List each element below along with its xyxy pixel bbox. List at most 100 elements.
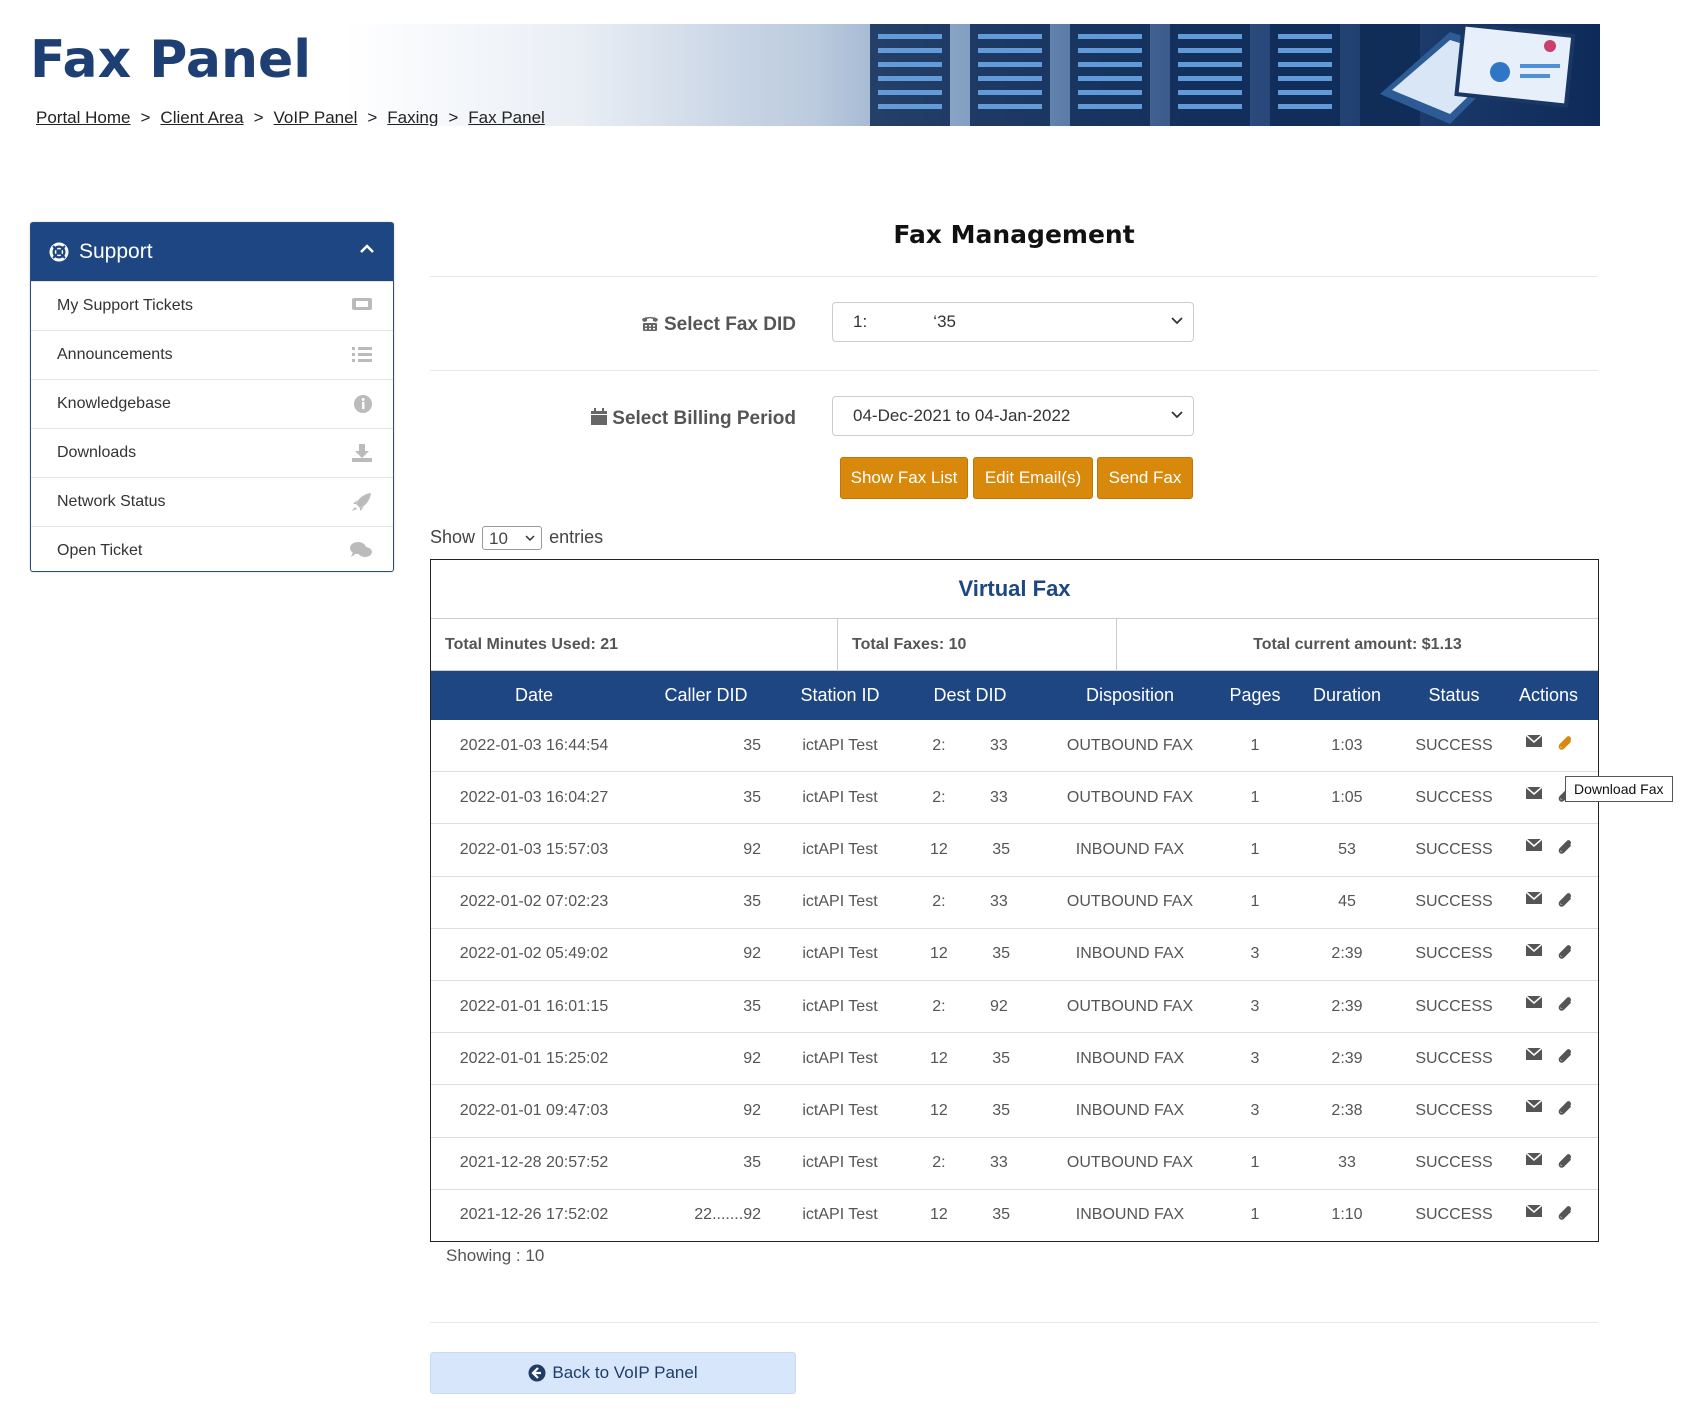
- email-icon[interactable]: [1525, 1204, 1543, 1227]
- email-icon[interactable]: [1525, 734, 1543, 757]
- cell-station-id: ictAPI Test: [802, 788, 878, 806]
- column-header-station-id[interactable]: Station ID: [775, 685, 905, 706]
- cell-actions: [1499, 1047, 1598, 1070]
- cell-date: 2022-01-02 05:49:02: [459, 945, 609, 963]
- cell-date: 2022-01-03 15:57:03: [459, 840, 609, 858]
- sidebar-item-network-status[interactable]: Network Status: [31, 477, 393, 526]
- cell-station-id: ictAPI Test: [802, 840, 878, 858]
- fax-did-select[interactable]: 1: ‘35: [832, 302, 1194, 342]
- column-header-status[interactable]: Status: [1409, 685, 1499, 706]
- cell-dest-did: 2: 33: [932, 736, 1008, 754]
- cell-disposition: INBOUND FAX: [1075, 945, 1185, 963]
- cell-duration: 2:38: [1331, 1101, 1363, 1119]
- sidebar-item-announcements[interactable]: Announcements: [31, 330, 393, 379]
- breadcrumb-client-area[interactable]: Client Area: [160, 108, 243, 126]
- breadcrumb-separator: >: [253, 108, 264, 126]
- table-row: 2022-01-01 16:01:15 35 ictAPI Test 2: 92 OUT…: [431, 979, 1598, 1032]
- paperclip-download-icon[interactable]: [1557, 995, 1573, 1018]
- paperclip-download-icon[interactable]: [1557, 943, 1573, 966]
- table-row: 2022-01-03 15:57:03 92 ictAPI Test 12 35 INB…: [431, 823, 1598, 875]
- sidebar-header[interactable]: Support: [31, 223, 393, 281]
- cell-status: SUCCESS: [1415, 736, 1493, 754]
- cell-pages: 1: [1250, 840, 1260, 858]
- email-icon[interactable]: [1525, 1047, 1543, 1070]
- paperclip-download-icon[interactable]: [1557, 1204, 1573, 1227]
- cell-caller-did: 35: [743, 1154, 761, 1172]
- entries-label: entries: [549, 526, 604, 547]
- paperclip-download-icon[interactable]: [1557, 1152, 1573, 1175]
- cell-actions: [1499, 1099, 1598, 1122]
- entries-select[interactable]: 10: [482, 526, 543, 550]
- cell-duration: 2:39: [1331, 945, 1363, 963]
- email-icon[interactable]: [1525, 995, 1543, 1018]
- sidebar-item-my-support-tickets[interactable]: My Support Tickets: [31, 281, 393, 330]
- cell-duration: 53: [1338, 840, 1356, 858]
- edit-emails-button[interactable]: Edit Email(s): [973, 457, 1093, 499]
- sidebar-item-label: Downloads: [57, 444, 137, 461]
- cell-dest-did: 2: 33: [932, 1154, 1008, 1172]
- email-icon[interactable]: [1525, 1099, 1543, 1122]
- paperclip-download-icon[interactable]: [1557, 734, 1573, 757]
- cell-dest-did: 12 35: [929, 1206, 1011, 1224]
- column-header-caller-did[interactable]: Caller DID: [637, 685, 775, 706]
- cell-date: 2022-01-02 07:02:23: [459, 893, 609, 911]
- email-icon[interactable]: [1525, 786, 1543, 809]
- show-fax-list-button[interactable]: Show Fax List: [840, 457, 968, 499]
- paperclip-download-icon[interactable]: [1557, 891, 1573, 914]
- cell-station-id: ictAPI Test: [802, 1049, 878, 1067]
- fax-did-value: 1: ‘35: [853, 312, 956, 331]
- table-row: 2021-12-28 20:57:52 35 ictAPI Test 2: 33 OUT…: [431, 1136, 1598, 1189]
- cell-station-id: ictAPI Test: [802, 1206, 878, 1224]
- cell-caller-did: 92: [743, 1049, 761, 1067]
- send-fax-button[interactable]: Send Fax: [1097, 457, 1193, 499]
- cell-pages: 1: [1250, 788, 1260, 806]
- breadcrumb-fax-panel[interactable]: Fax Panel: [468, 108, 545, 126]
- cell-pages: 3: [1250, 945, 1260, 963]
- column-header-date[interactable]: Date: [431, 685, 637, 706]
- sidebar-item-open-ticket[interactable]: Open Ticket: [31, 526, 393, 575]
- breadcrumb-portal-home[interactable]: Portal Home: [36, 108, 130, 126]
- email-icon[interactable]: [1525, 891, 1543, 914]
- breadcrumb-faxing[interactable]: Faxing: [387, 108, 438, 126]
- column-header-pages[interactable]: Pages: [1225, 685, 1285, 706]
- cell-caller-did: 35: [743, 893, 761, 911]
- billing-period-select[interactable]: 04-Dec-2021 to 04-Jan-2022: [832, 396, 1194, 436]
- column-header-duration[interactable]: Duration: [1285, 685, 1409, 706]
- cell-caller-did: 92: [743, 840, 761, 858]
- total-minutes: Total Minutes Used: 21: [431, 619, 838, 670]
- cell-pages: 3: [1250, 997, 1260, 1015]
- paperclip-download-icon[interactable]: [1557, 1099, 1573, 1122]
- billing-period-label-text: Select Billing Period: [612, 408, 796, 429]
- sidebar-item-label: Knowledgebase: [57, 395, 171, 412]
- show-label: Show: [430, 526, 476, 547]
- cell-date: 2022-01-01 16:01:15: [459, 997, 609, 1015]
- breadcrumb-voip-panel[interactable]: VoIP Panel: [274, 108, 358, 126]
- divider: [430, 1322, 1598, 1323]
- back-to-voip-panel-button[interactable]: Back to VoIP Panel: [430, 1352, 796, 1394]
- sidebar-title: Support: [79, 240, 153, 263]
- paperclip-download-icon[interactable]: [1557, 1047, 1573, 1070]
- cell-dest-did: 12 35: [929, 840, 1011, 858]
- ticket-icon: [352, 298, 372, 310]
- fax-did-label: Select Fax DID: [436, 314, 796, 336]
- column-header-dest-did[interactable]: Dest DID: [905, 685, 1035, 706]
- table-row: 2021-12-26 17:52:02 22.......92 ictAPI Tes…: [431, 1188, 1598, 1241]
- sidebar-item-knowledgebase[interactable]: Knowledgebase: [31, 379, 393, 428]
- email-icon[interactable]: [1525, 1152, 1543, 1175]
- table-row: 2022-01-03 16:04:27 35 ictAPI Test 2: 33 OUT…: [431, 771, 1598, 823]
- sidebar-item-downloads[interactable]: Downloads: [31, 428, 393, 477]
- download-icon: [352, 444, 372, 462]
- paperclip-download-icon[interactable]: [1557, 838, 1573, 861]
- cell-status: SUCCESS: [1415, 788, 1493, 806]
- chevron-up-icon[interactable]: [359, 243, 375, 255]
- cell-caller-did: 92: [743, 945, 761, 963]
- table-row: 2022-01-02 07:02:23 35 ictAPI Test 2: 33 OUT…: [431, 875, 1598, 928]
- cell-duration: 45: [1338, 893, 1356, 911]
- cell-station-id: ictAPI Test: [802, 945, 878, 963]
- column-header-disposition[interactable]: Disposition: [1035, 685, 1225, 706]
- cell-pages: 1: [1250, 893, 1260, 911]
- email-icon[interactable]: [1525, 943, 1543, 966]
- cell-pages: 1: [1250, 736, 1260, 754]
- breadcrumb-separator: >: [448, 108, 459, 126]
- email-icon[interactable]: [1525, 838, 1543, 861]
